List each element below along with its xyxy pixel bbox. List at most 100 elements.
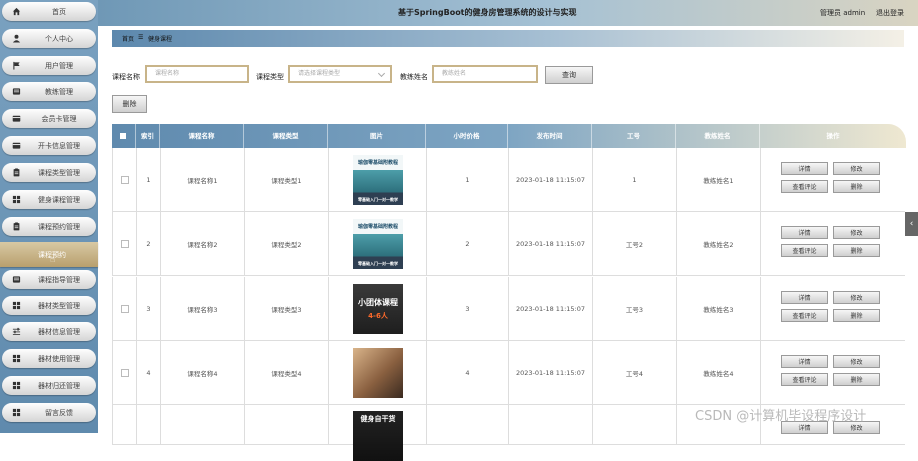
row-checkbox-cell[interactable] — [112, 148, 136, 211]
grid-icon — [12, 408, 21, 417]
sidebar-item-6[interactable]: 开卡信息管理 — [2, 136, 96, 155]
table-row: 2 课程名称2 课程类型2 瑜伽零基础附教程 零基础入门一对一教学 2 2023-01-18… — [112, 212, 905, 276]
row-checkbox[interactable] — [120, 175, 129, 184]
row-checkbox-cell[interactable] — [112, 212, 136, 275]
detail-button[interactable]: 详情 — [781, 355, 828, 368]
grid-icon — [12, 354, 21, 363]
cell-course-name: 课程名称3 — [160, 277, 244, 340]
image-caption-bottom: 4-6人 — [368, 312, 388, 320]
row-checkbox[interactable] — [120, 239, 129, 248]
course-image: 小团体课程 4-6人 — [353, 284, 403, 334]
cell-course-name: 课程名称2 — [160, 212, 244, 275]
cell-job-no — [592, 405, 676, 444]
delete-button[interactable]: 删除 — [833, 244, 880, 257]
course-name-label: 课程名称 — [112, 73, 140, 81]
course-name-input[interactable]: 课程名称 — [145, 65, 249, 83]
cell-course-name — [160, 405, 244, 444]
sidebar-item-1[interactable]: 首页 — [2, 2, 96, 21]
course-type-select[interactable]: 请选择课程类型 — [288, 65, 392, 83]
row-checkbox-cell[interactable] — [112, 341, 136, 404]
select-all-cell[interactable] — [112, 124, 136, 148]
view-comments-button[interactable]: 查看评论 — [781, 180, 828, 193]
admin-name: 管理员 admin — [820, 9, 866, 17]
cell-index — [136, 405, 160, 444]
sliders-icon — [12, 327, 21, 336]
row-checkbox[interactable] — [120, 368, 129, 377]
col-header-image: 图片 — [328, 124, 426, 148]
sidebar-item-label: 教练管理 — [45, 87, 73, 96]
course-image: 瑜伽零基础附教程 零基础入门一对一教学 — [353, 219, 403, 269]
row-checkbox-cell[interactable] — [112, 277, 136, 340]
cell-course-type: 课程类型2 — [244, 212, 328, 275]
view-comments-button[interactable]: 查看评论 — [781, 373, 828, 386]
sidebar-item-10[interactable]: ☝ 课程预约 — [0, 242, 98, 267]
view-comments-button[interactable]: 查看评论 — [781, 309, 828, 322]
sidebar-item-label: 开卡信息管理 — [38, 141, 80, 150]
table-row: 3 课程名称3 课程类型3 小团体课程 4-6人 3 2023-01-18 11:15:07… — [112, 277, 905, 341]
select-all-checkbox[interactable] — [120, 133, 126, 139]
delete-button[interactable]: 删除 — [833, 180, 880, 193]
home-icon — [12, 7, 21, 16]
sidebar-item-label: 课程类型管理 — [38, 168, 80, 177]
delete-button[interactable]: 删除 — [833, 309, 880, 322]
sidebar-item-label: 会员卡管理 — [41, 114, 77, 123]
cell-actions: 详情 修改 查看评论 删除 — [760, 277, 905, 340]
watermark: CSDN @计算机毕设程序设计 — [695, 409, 867, 424]
col-header-index: 索引 — [136, 124, 160, 148]
logout-link[interactable]: 退出登录 — [876, 8, 904, 18]
sidebar-item-11[interactable]: 课程指导管理 — [2, 270, 96, 289]
sidebar-item-7[interactable]: 课程类型管理 — [2, 163, 96, 182]
cell-publish-time: 2023-01-18 11:15:07 — [508, 341, 592, 404]
sidebar-item-2[interactable]: 个人中心 — [2, 29, 96, 48]
cell-price: 2 — [426, 212, 508, 275]
sidebar-item-4[interactable]: 教练管理 — [2, 82, 96, 101]
sidebar-item-label: 健身课程管理 — [38, 195, 80, 204]
delete-button[interactable]: 删除 — [833, 373, 880, 386]
coach-name-input[interactable]: 教练姓名 — [432, 65, 538, 83]
cell-job-no: 工号3 — [592, 277, 676, 340]
detail-button[interactable]: 详情 — [781, 226, 828, 239]
edit-button[interactable]: 修改 — [833, 355, 880, 368]
edit-button[interactable]: 修改 — [833, 291, 880, 304]
cell-actions: 详情 修改 查看评论 删除 — [760, 148, 905, 211]
coach-name-label: 教练姓名 — [400, 73, 428, 81]
cell-image — [328, 341, 426, 404]
col-header-price: 小时价格 — [426, 124, 508, 148]
side-expand-tab[interactable]: ‹ — [905, 212, 918, 236]
sidebar-item-9[interactable]: 课程预约管理 — [2, 217, 96, 236]
grid-icon — [12, 381, 21, 390]
sidebar-item-13[interactable]: 器材信息管理 — [2, 322, 96, 341]
edit-button[interactable]: 修改 — [833, 226, 880, 239]
detail-button[interactable]: 详情 — [781, 162, 828, 175]
delete-selected-button[interactable]: 删除 — [112, 95, 147, 113]
cell-actions: 详情 修改 查看评论 删除 — [760, 212, 905, 275]
edit-button[interactable]: 修改 — [833, 162, 880, 175]
course-type-placeholder: 请选择课程类型 — [298, 70, 341, 77]
cell-price — [426, 405, 508, 444]
sidebar-item-14[interactable]: 器材使用管理 — [2, 349, 96, 368]
sidebar-item-5[interactable]: 会员卡管理 — [2, 109, 96, 128]
image-caption-top: 小团体课程 — [358, 298, 398, 307]
cell-job-no: 工号2 — [592, 212, 676, 275]
search-button[interactable]: 查询 — [545, 66, 593, 84]
cell-course-name: 课程名称1 — [160, 148, 244, 211]
list-icon — [12, 275, 21, 284]
sidebar-item-16[interactable]: 留言反馈 — [2, 403, 96, 422]
sidebar-item-3[interactable]: 用户管理 — [2, 56, 96, 75]
top-header: 基于SpringBoot的健身房管理系统的设计与实现 管理员 admin 退出登… — [98, 0, 918, 26]
row-checkbox-cell[interactable] — [112, 405, 136, 444]
sidebar-item-label: 首页 — [52, 7, 66, 16]
sidebar-item-12[interactable]: 器材类型管理 — [2, 296, 96, 315]
site-title: 基于SpringBoot的健身房管理系统的设计与实现 — [398, 8, 577, 17]
row-checkbox[interactable] — [120, 304, 129, 313]
cell-course-type: 课程类型3 — [244, 277, 328, 340]
image-caption-bottom: 零基础入门一对一教学 — [358, 261, 398, 266]
breadcrumb-home[interactable]: 首页 — [122, 34, 134, 43]
col-header-coach-name: 教练姓名 — [676, 124, 760, 148]
view-comments-button[interactable]: 查看评论 — [781, 244, 828, 257]
cell-price: 1 — [426, 148, 508, 211]
detail-button[interactable]: 详情 — [781, 291, 828, 304]
sidebar-item-8[interactable]: 健身课程管理 — [2, 190, 96, 209]
sidebar-item-label: 器材信息管理 — [38, 327, 80, 336]
sidebar-item-15[interactable]: 器材归还管理 — [2, 376, 96, 395]
